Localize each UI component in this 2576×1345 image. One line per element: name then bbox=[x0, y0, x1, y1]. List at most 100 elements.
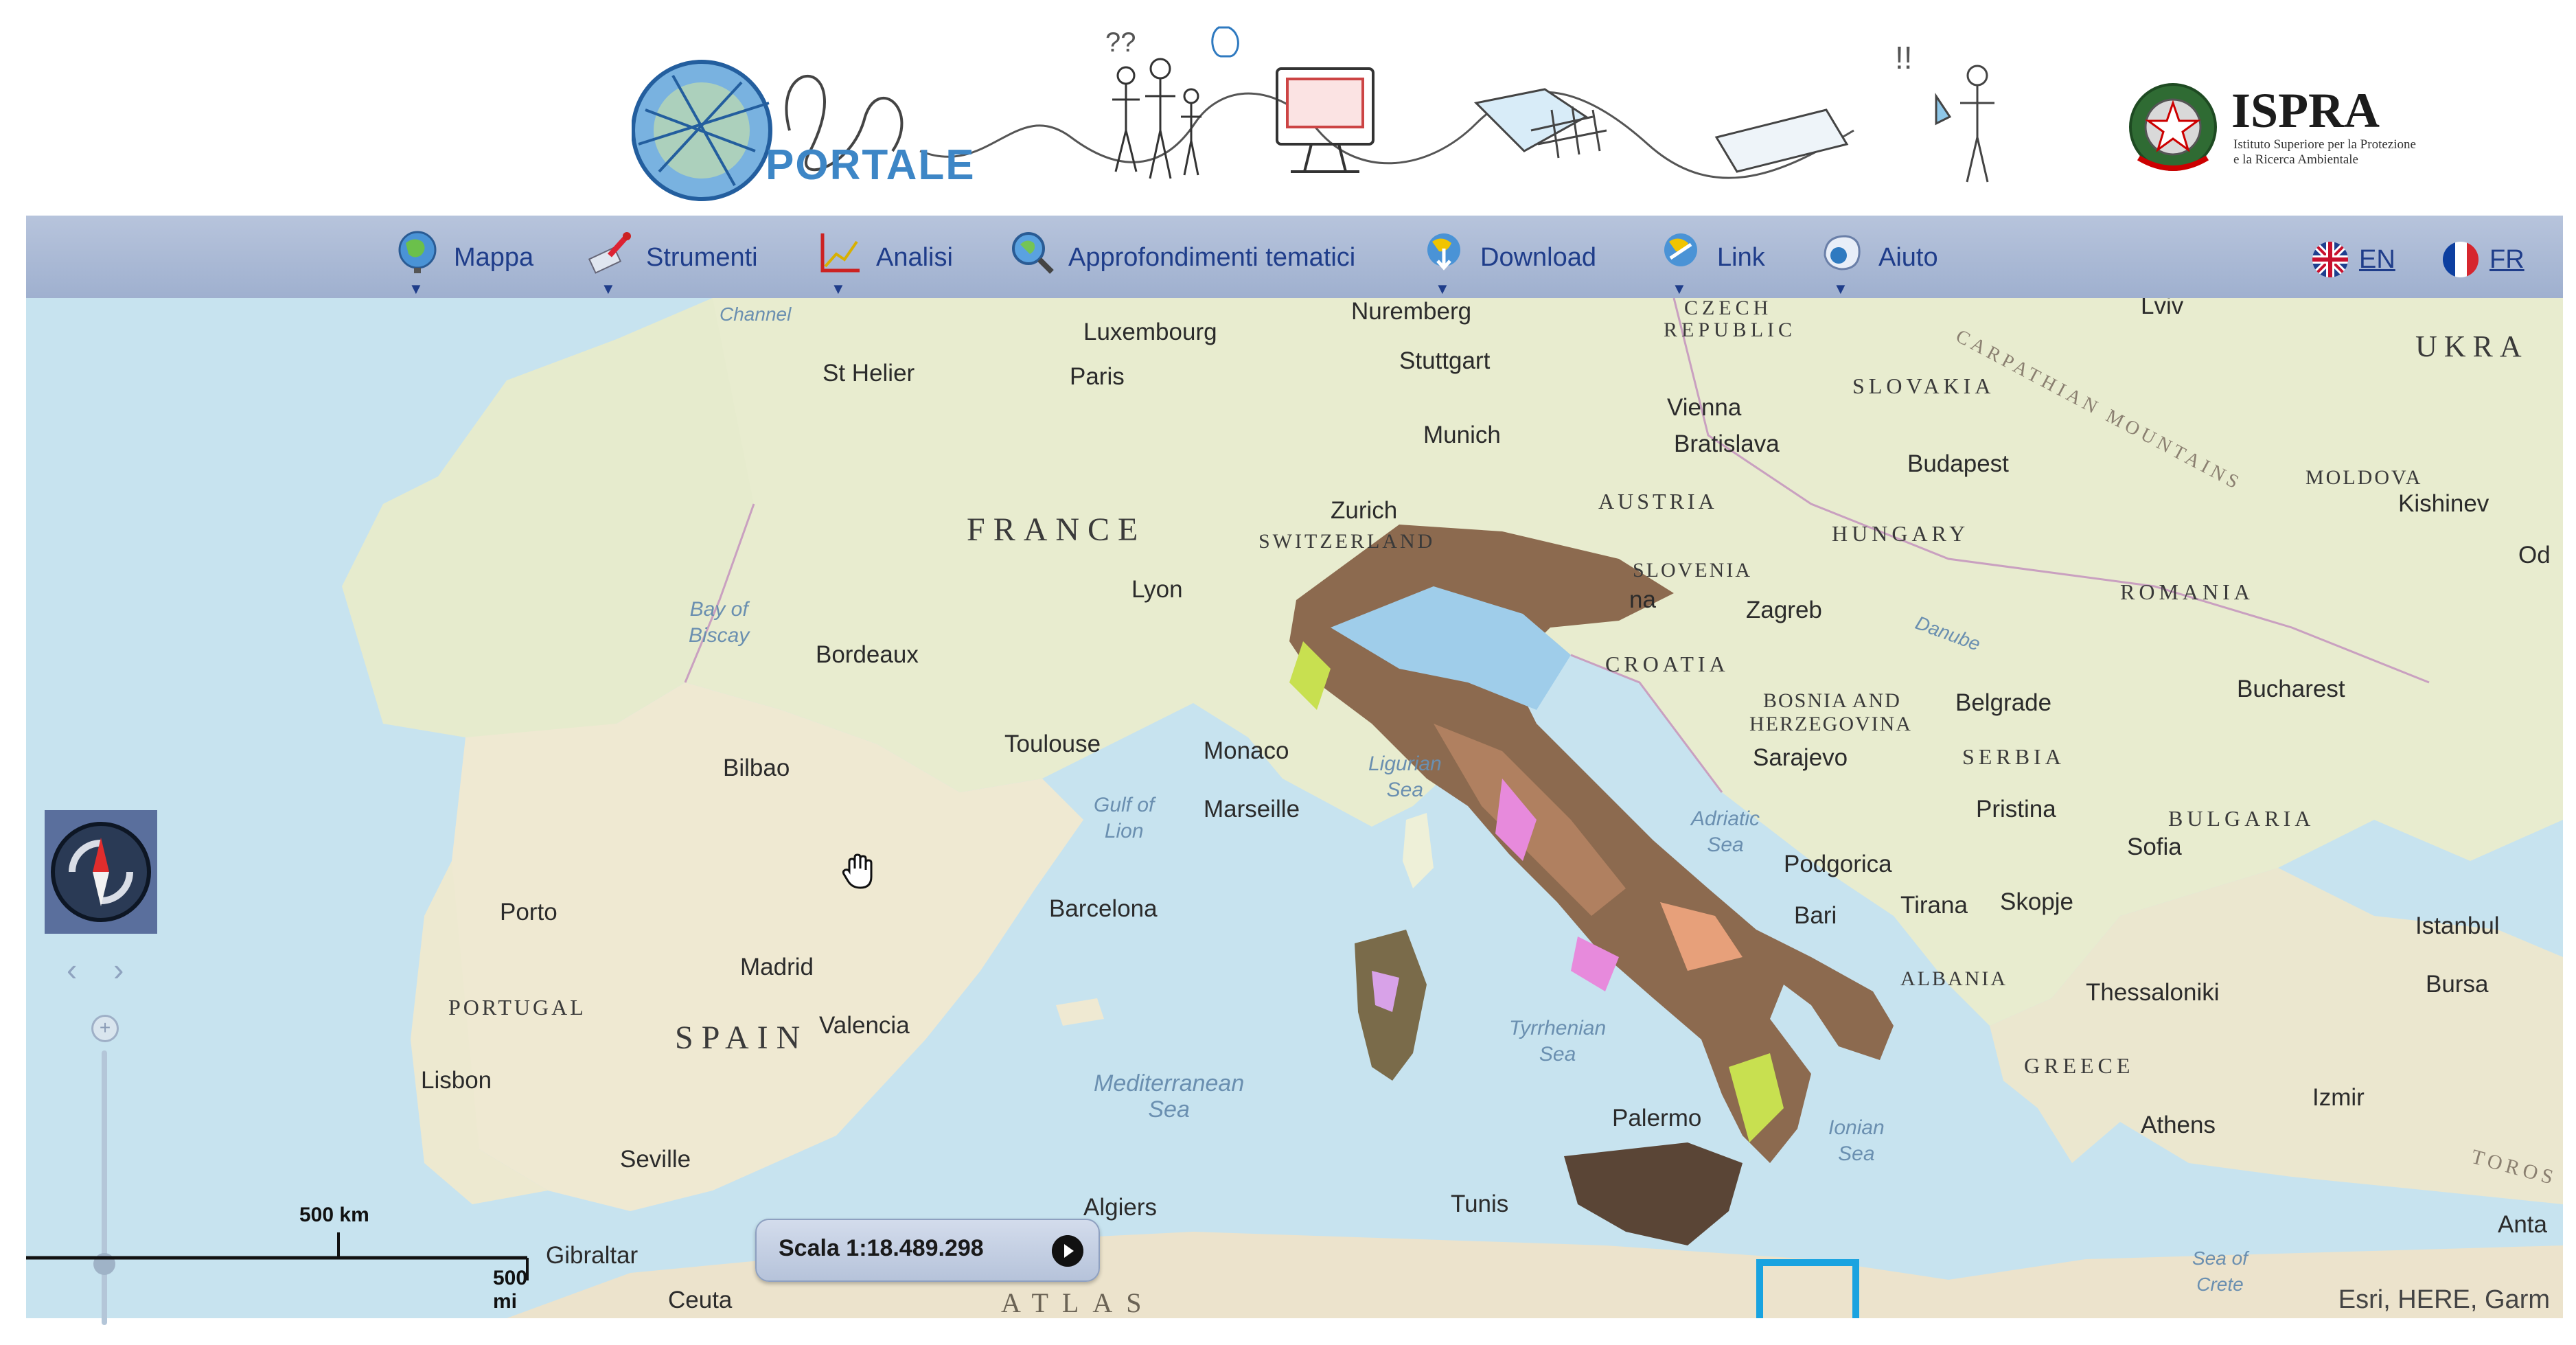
map-label-city: Lyon bbox=[1131, 576, 1183, 603]
map-label-country: ROMANIA bbox=[2120, 579, 2254, 604]
language-fr[interactable]: FR bbox=[2443, 242, 2525, 277]
header-banner: ?? !! PORTALE ISPRA Istituto Superiore p… bbox=[0, 0, 2576, 216]
map-label-city: Gibraltar bbox=[546, 1242, 639, 1269]
menu-approfondimenti-label: Approfondimenti tematici bbox=[1068, 243, 1356, 272]
ispra-subtitle-line1: Istituto Superiore per la Protezione bbox=[2233, 137, 2416, 152]
map-label-country: GREECE bbox=[2024, 1053, 2135, 1078]
map-label-city: Barcelona bbox=[1049, 895, 1158, 922]
map-label-country: BULGARIA bbox=[2168, 806, 2315, 831]
map-label-sea: Mediterranean Sea bbox=[1094, 1070, 1245, 1123]
compass-icon bbox=[51, 822, 151, 922]
globe-icon bbox=[398, 231, 437, 273]
map-label-city: Luxembourg bbox=[1083, 319, 1217, 345]
map-label-city: Bratislava bbox=[1674, 430, 1780, 457]
help-icon bbox=[1824, 235, 1861, 271]
map-label-city: Skopje bbox=[2000, 888, 2074, 915]
language-en[interactable]: EN bbox=[2312, 242, 2395, 277]
map-label-city: Seville bbox=[620, 1146, 691, 1173]
hand-cursor-icon bbox=[842, 853, 873, 889]
pan-left-button[interactable]: ‹ bbox=[67, 951, 77, 988]
menu-link-label: Link bbox=[1717, 243, 1765, 272]
compass-control[interactable] bbox=[45, 810, 157, 934]
map-label-city: Izmir bbox=[2312, 1084, 2365, 1111]
ispra-logo[interactable]: ISPRA Istituto Superiore per la Protezio… bbox=[2125, 76, 2454, 192]
map-label-country: SLOVAKIA bbox=[1852, 373, 1995, 398]
map-label-sea: Ionian Sea bbox=[1828, 1116, 1885, 1165]
map-label-country: UKRA bbox=[2415, 330, 2529, 363]
map-label-atlas: ATLAS bbox=[1001, 1287, 1155, 1318]
menu-analisi[interactable]: ▼ Analisi bbox=[816, 228, 953, 297]
map-label-country: ALBANIA bbox=[1900, 967, 2008, 990]
zoom-in-button[interactable]: + bbox=[91, 1015, 119, 1042]
map-label-city: Sarajevo bbox=[1753, 744, 1848, 771]
map-label-country: SERBIA bbox=[1962, 744, 2065, 769]
map-label-country: BOSNIA AND bbox=[1763, 689, 1901, 712]
map-label-sea: Bay of Biscay bbox=[689, 598, 750, 647]
map-label-sea: Gulf of Lion bbox=[1094, 794, 1155, 842]
menu-approfondimenti-tematici[interactable]: Approfondimenti tematici bbox=[1008, 228, 1355, 290]
map-label-city: Tirana bbox=[1900, 892, 1968, 919]
map-label-city: Bucharest bbox=[2237, 676, 2345, 702]
map-label-city: Bursa bbox=[2426, 971, 2489, 998]
ispra-subtitle-line2: e la Ricerca Ambientale bbox=[2233, 152, 2358, 167]
map-label-city: Kishinev bbox=[2398, 490, 2489, 517]
map-label-city: Vienna bbox=[1667, 394, 1742, 421]
map-label-sea: Tyrrhenian Sea bbox=[1509, 1017, 1607, 1066]
map-label-city: Nuremberg bbox=[1351, 298, 1472, 325]
pan-right-button[interactable]: › bbox=[113, 951, 124, 988]
map-label-city: Thessaloniki bbox=[2086, 979, 2220, 1006]
map-label-sea: Channel bbox=[720, 303, 792, 325]
selection-rectangle[interactable] bbox=[1756, 1259, 1859, 1318]
menu-aiuto-label: Aiuto bbox=[1878, 243, 1938, 272]
chart-icon bbox=[820, 233, 860, 273]
logo-portale-text: PORTALE bbox=[766, 141, 976, 189]
map-attribution: Esri, HERE, Garm bbox=[2338, 1285, 2550, 1314]
map-label-city: Lviv bbox=[2141, 298, 2184, 319]
menu-aiuto[interactable]: ▼ Aiuto bbox=[1818, 228, 1938, 297]
map-view[interactable]: FRANCE SPAIN PORTUGAL SWITZERLAND AUSTRI… bbox=[26, 298, 2563, 1318]
map-label-country: PORTUGAL bbox=[448, 995, 586, 1020]
map-label-country: SLOVENIA bbox=[1633, 559, 1752, 582]
link-globe-icon bbox=[1664, 233, 1697, 266]
map-label-city: Anta bbox=[2498, 1211, 2547, 1238]
menu-mappa[interactable]: ▼ Mappa bbox=[393, 228, 534, 297]
map-label-city: Paris bbox=[1070, 363, 1125, 390]
scale-readout: Scala 1:18.489.298 bbox=[755, 1219, 1100, 1282]
scale-bar-km: 500 km bbox=[299, 1204, 369, 1226]
menu-strumenti-label: Strumenti bbox=[646, 243, 758, 272]
map-label-country: AUSTRIA bbox=[1598, 489, 1718, 514]
map-label-city: Porto bbox=[500, 899, 557, 926]
menu-download[interactable]: ▼ Download bbox=[1420, 228, 1596, 297]
map-label-sea: Sea of Crete bbox=[2192, 1248, 2248, 1295]
scale-value: 18.489.298 bbox=[866, 1235, 984, 1261]
map-label-city: Budapest bbox=[1907, 450, 2009, 477]
menu-link[interactable]: ▼ Link bbox=[1657, 228, 1765, 297]
scale-bar: 500 km 500 mi bbox=[26, 1202, 534, 1313]
menu-strumenti[interactable]: ▼ Strumenti bbox=[586, 228, 758, 297]
map-label-country: SWITZERLAND bbox=[1258, 530, 1436, 553]
map-label-city: Bari bbox=[1794, 902, 1837, 929]
svg-text:??: ?? bbox=[1105, 27, 1136, 58]
map-label-city: Pristina bbox=[1976, 796, 2056, 823]
republic-emblem-icon bbox=[2129, 83, 2217, 171]
map-label-city: Bordeaux bbox=[816, 641, 919, 668]
language-en-label: EN bbox=[2359, 244, 2395, 274]
map-label-country: SPAIN bbox=[675, 1020, 809, 1056]
map-label-city: Ceuta bbox=[668, 1287, 733, 1313]
tools-icon bbox=[588, 232, 631, 274]
map-label-city: Algiers bbox=[1083, 1194, 1157, 1221]
menu-mappa-label: Mappa bbox=[454, 243, 534, 272]
map-label-city: Munich bbox=[1423, 422, 1501, 448]
map-label-city: Athens bbox=[2141, 1112, 2216, 1138]
map-label-country: CROATIA bbox=[1605, 652, 1729, 676]
map-label-country: HUNGARY bbox=[1832, 521, 1970, 546]
map-label-city: Valencia bbox=[819, 1012, 910, 1039]
geoportale-page: ?? !! PORTALE ISPRA Istituto Superiore p… bbox=[0, 0, 2576, 1345]
play-icon[interactable] bbox=[1052, 1235, 1083, 1267]
map-label-sea: Ligurian Sea bbox=[1368, 752, 1442, 801]
download-globe-icon bbox=[1427, 233, 1460, 271]
map-label-city: Sofia bbox=[2127, 834, 2182, 860]
map-label-city: Palermo bbox=[1612, 1105, 1702, 1131]
map-label-city: Zagreb bbox=[1746, 597, 1822, 623]
map-label-country: FRANCE bbox=[967, 511, 1147, 548]
